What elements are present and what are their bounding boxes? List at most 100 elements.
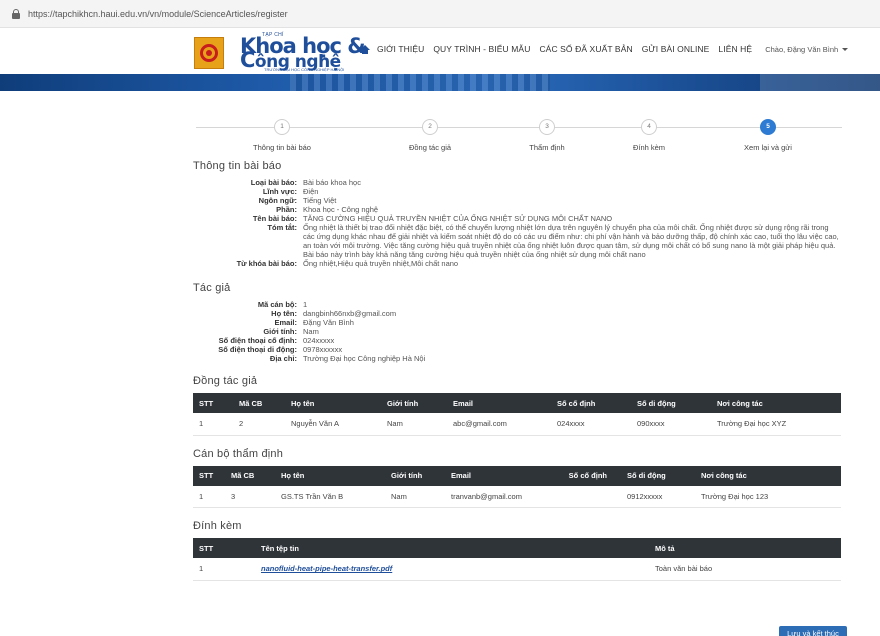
column-header: Mã CB [231, 471, 255, 480]
lock-icon [12, 8, 20, 19]
column-header: STT [199, 471, 214, 480]
column-header: Giới tính [387, 398, 419, 408]
address-bar[interactable]: https://tapchikhcn.haui.edu.vn/vn/module… [0, 0, 880, 28]
cell-gender: Nam [387, 419, 403, 429]
cell-mobile: 090xxxx [637, 419, 665, 429]
coauthors-table: STT Mã CB Họ tên Giới tính Email Số cố đ… [193, 393, 841, 436]
field-value: Tiếng Việt [303, 196, 337, 205]
attachments-section-title: Đính kèm [193, 520, 242, 532]
field-value: Khoa học - Công nghệ [303, 205, 379, 214]
nav-item-contact[interactable]: LIÊN HỆ [718, 44, 752, 54]
column-header: Mô tả [655, 543, 675, 553]
cell-code: 2 [239, 419, 244, 429]
field-label: Phần: [276, 205, 297, 214]
field-value: 0978xxxxxx [303, 345, 343, 354]
step-2-circle: 2 [422, 119, 438, 135]
cell-name: GS.TS Trần Văn B [281, 491, 344, 501]
cell-stt: 1 [199, 419, 204, 429]
user-greeting: Chào, Đặng Văn Bình [765, 44, 839, 54]
column-header: Giới tính [391, 471, 423, 480]
step-4-circle: 4 [641, 119, 657, 135]
field-label: Tóm tắt: [267, 223, 297, 232]
step-1-circle: 1 [274, 119, 290, 135]
field-label: Tên bài báo: [252, 214, 297, 223]
field-label: Giới tính: [263, 327, 297, 336]
column-header: STT [199, 398, 214, 408]
article-fields: Loại bài báo: Bài báo khoa học Lĩnh vực: Đ… [201, 178, 841, 268]
cell-workplace: Trường Đại học 123 [701, 491, 769, 501]
cell-mobile: 0912xxxxx [627, 491, 663, 501]
cell-name: Nguyễn Văn A [291, 419, 339, 429]
cell-workplace: Trường Đại học XYZ [717, 419, 787, 429]
step-1[interactable]: 1 Thông tin bài báo [222, 118, 342, 152]
coauthors-section-title: Đồng tác giả [193, 375, 258, 387]
attachments-table: STT Tên tệp tin Mô tả 1 nanofluid-heat-p… [193, 538, 841, 581]
field-label: Từ khóa bài báo: [236, 259, 297, 268]
field-value: Ống nhiệt là thiết bị trao đổi nhiệt đặc… [303, 223, 839, 259]
column-header: Mã CB [239, 398, 263, 408]
nav-item-about[interactable]: GIỚI THIỆU [377, 44, 424, 54]
column-header: Họ tên [281, 471, 305, 480]
field-label: Ngôn ngữ: [258, 196, 297, 205]
field-label: Địa chỉ: [269, 354, 297, 363]
cell-code: 3 [231, 491, 236, 501]
attachment-link[interactable]: nanofluid-heat-pipe-heat-transfer.pdf [261, 564, 392, 573]
field-value: 1 [303, 300, 308, 309]
column-header: Nơi công tác [701, 471, 747, 480]
step-2[interactable]: 2 Đồng tác giả [370, 118, 490, 152]
header-banner [0, 74, 880, 91]
home-icon[interactable] [360, 44, 370, 54]
article-section-title: Thông tin bài báo [193, 160, 282, 172]
field-value: Trường Đại học Công nghiệp Hà Nội [303, 354, 426, 363]
cell-landline [549, 486, 621, 508]
cell-stt: 1 [199, 564, 204, 574]
column-header: Tên tệp tin [261, 543, 299, 553]
cell-filename: nanofluid-heat-pipe-heat-transfer.pdf [255, 558, 649, 580]
review-content: Thông tin bài báo Loại bài báo: Bài báo k… [193, 160, 841, 581]
user-menu[interactable]: Chào, Đặng Văn Bình [765, 44, 849, 54]
step-4[interactable]: 4 Đính kèm [589, 118, 709, 152]
nav-item-process[interactable]: QUY TRÌNH - BIỂU MẪU [433, 44, 530, 54]
table-header-row: STT Mã CB Họ tên Giới tính Email Số cố đ… [193, 393, 841, 413]
step-5-label: Xem lại và gửi [744, 143, 792, 152]
field-value: Điện [303, 187, 319, 196]
field-label: Lĩnh vực: [262, 187, 297, 196]
university-logo-icon[interactable] [194, 37, 224, 69]
field-value: Ống nhiệt,Hiệu quả truyền nhiệt,Môi chất… [303, 259, 459, 268]
field-value: dangbinh66nxb@gmail.com [303, 309, 397, 318]
column-header: Họ tên [291, 398, 315, 408]
field-value: TĂNG CƯỜNG HIỆU QUẢ TRUYỀN NHIỆT CỦA ỐNG… [303, 214, 613, 223]
url-text[interactable]: https://tapchikhcn.haui.edu.vn/vn/module… [28, 9, 288, 19]
wizard-steps: 1 Thông tin bài báo 2 Đồng tác giả 3 Thẩ… [196, 118, 842, 158]
column-header: Số cố định [557, 398, 596, 408]
author-fields: Mã cán bộ: 1 Họ tên: dangbinh66nxb@gmail.c… [201, 300, 841, 363]
logo-tagline: TRƯỜNG ĐẠI HỌC CÔNG NGHIỆP HÀ NỘI [264, 67, 345, 72]
column-header: Số di động [627, 471, 666, 480]
step-2-label: Đồng tác giả [408, 143, 452, 152]
cell-email: tranvanb@gmail.com [451, 491, 522, 501]
table-header-row: STT Mã CB Họ tên Giới tính Email Số cố đ… [193, 465, 841, 486]
field-label: Họ tên: [271, 309, 297, 318]
field-label: Số điện thoại cố định: [218, 336, 297, 345]
field-label: Loại bài báo: [250, 178, 297, 187]
field-label: Số điện thoại di động: [218, 345, 297, 354]
reviewers-section-title: Cán bộ thẩm định [193, 447, 284, 460]
field-value: Đặng Văn Bình [303, 318, 354, 327]
table-row: 1 3 GS.TS Trần Văn B Nam tranvanb@gmail.… [193, 486, 841, 508]
author-section-title: Tác giả [193, 282, 231, 294]
field-label: Email: [274, 318, 297, 327]
cell-description: Toàn văn bài báo [655, 564, 713, 574]
save-and-finish-button[interactable]: Lưu và kết thúc [779, 626, 847, 636]
field-value: Bài báo khoa học [303, 178, 361, 187]
column-header: Nơi công tác [717, 398, 763, 408]
nav-item-issues[interactable]: CÁC SỐ ĐÃ XUẤT BẢN [539, 44, 632, 54]
column-header: Số cố định [568, 471, 607, 480]
table-row: 1 2 Nguyễn Văn A Nam abc@gmail.com 024xx… [193, 413, 841, 435]
column-header: Số di động [637, 398, 676, 408]
cell-landline: 024xxxx [557, 419, 585, 429]
nav-item-submit[interactable]: GỬI BÀI ONLINE [642, 44, 710, 54]
chevron-down-icon [842, 48, 849, 52]
journal-logo[interactable]: TẠP CHÍ Khoa học & Công nghệ TRƯỜNG ĐẠI … [240, 32, 366, 72]
step-5[interactable]: 5 Xem lại và gửi [708, 118, 828, 152]
cell-stt: 1 [199, 491, 204, 501]
